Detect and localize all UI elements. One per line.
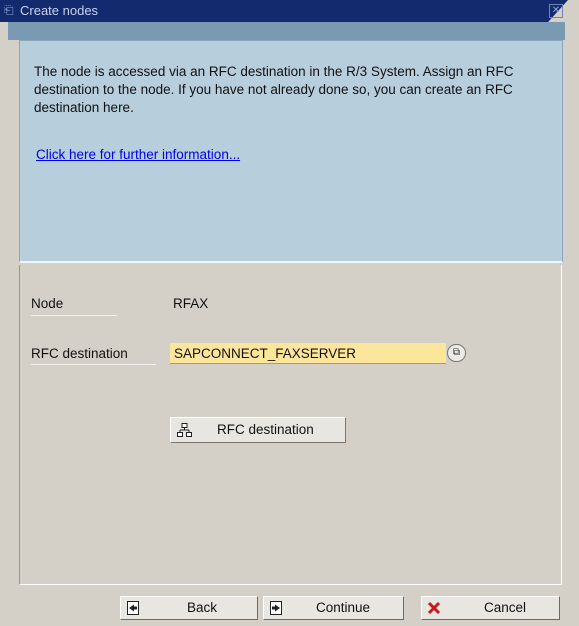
node-value: RFAX (173, 296, 209, 311)
close-icon[interactable]: ✕ (549, 4, 563, 18)
footer-toolbar: Back Continue Cancel (0, 586, 579, 626)
rfc-destination-button-label: RFC destination (217, 422, 314, 437)
continue-button[interactable]: Continue (263, 596, 404, 620)
rfc-label-underline (31, 364, 156, 365)
rfc-destination-field[interactable] (170, 343, 446, 364)
info-panel: The node is accessed via an RFC destinat… (19, 40, 563, 263)
form-panel: Node RFAX RFC destination ⧉ RFC destinat… (19, 265, 562, 585)
create-nodes-dialog: ⎗ Create nodes ✕ The node is accessed vi… (0, 0, 579, 626)
node-label-underline (31, 315, 117, 316)
window-icon: ⎗ (4, 3, 14, 17)
window-title: Create nodes (20, 3, 99, 18)
value-help-icon[interactable]: ⧉ (447, 344, 466, 362)
rfc-destination-label: RFC destination (31, 346, 128, 361)
rfc-destination-button[interactable]: RFC destination (170, 417, 346, 443)
cancel-button[interactable]: Cancel (421, 596, 560, 620)
title-bar[interactable]: ⎗ Create nodes (0, 0, 568, 22)
continue-button-label: Continue (316, 600, 371, 615)
back-icon (127, 601, 139, 615)
cancel-button-label: Cancel (484, 600, 527, 615)
back-button[interactable]: Back (120, 596, 258, 620)
cancel-x-icon (427, 601, 441, 615)
info-text: The node is accessed via an RFC destinat… (34, 64, 514, 115)
continue-icon (270, 601, 282, 615)
further-info-link[interactable]: Click here for further information... (36, 147, 240, 162)
node-label: Node (31, 296, 64, 311)
back-button-label: Back (187, 600, 218, 615)
hierarchy-icon (177, 423, 192, 437)
header-strip (8, 22, 565, 40)
